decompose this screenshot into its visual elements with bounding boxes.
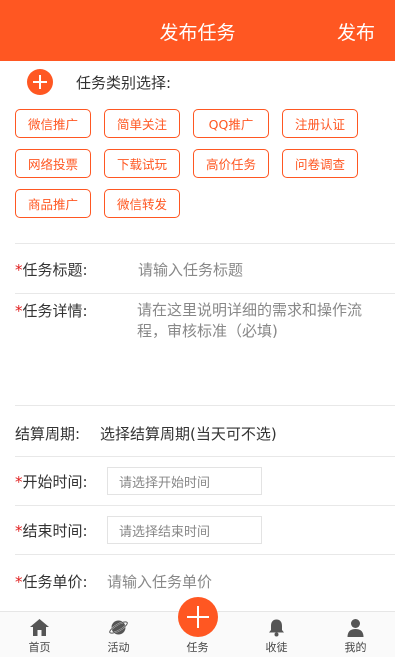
tab-task-label: 任务 — [186, 641, 209, 654]
home-icon — [30, 619, 49, 636]
category-label: 任务类别选择: — [76, 74, 172, 92]
task-title-input[interactable]: 请输入任务标题 — [138, 259, 243, 280]
tab-activity[interactable]: 活动 — [79, 612, 158, 657]
settlement-period-select[interactable]: 选择结算周期(当天可不选) — [100, 423, 277, 444]
category-tag[interactable]: 下载试玩 — [104, 149, 180, 178]
category-tag-list: 微信推广 简单关注 QQ推广 注册认证 网络投票 下载试玩 高价任务 问卷调查 … — [15, 109, 387, 218]
divider — [15, 405, 395, 406]
page-title: 发布任务 — [159, 22, 236, 44]
start-time-label: *开始时间: — [15, 471, 88, 492]
category-tag[interactable]: 简单关注 — [104, 109, 180, 138]
required-mark: * — [15, 522, 23, 540]
required-mark: * — [15, 573, 23, 591]
task-detail-label: *任务详情: — [15, 300, 88, 321]
tab-apprentice-label: 收徒 — [265, 641, 288, 654]
divider — [15, 554, 395, 555]
tab-apprentice[interactable]: 收徒 — [237, 612, 316, 657]
bell-icon — [269, 619, 284, 637]
divider — [15, 505, 395, 506]
tab-home-label: 首页 — [28, 641, 51, 654]
unit-price-label-text: 任务单价: — [22, 573, 88, 591]
required-mark: * — [15, 473, 23, 491]
start-time-label-text: 开始时间: — [22, 473, 88, 491]
tab-mine[interactable]: 我的 — [316, 612, 395, 657]
tab-activity-label: 活动 — [107, 641, 130, 654]
category-tag[interactable]: 问卷调查 — [282, 149, 358, 178]
divider — [15, 243, 395, 244]
task-detail-textarea[interactable]: 请在这里说明详细的需求和操作流程，审核标准（必填) — [137, 300, 387, 342]
category-tag[interactable]: QQ推广 — [193, 109, 269, 138]
category-tag[interactable]: 高价任务 — [193, 149, 269, 178]
category-tag[interactable]: 微信推广 — [15, 109, 91, 138]
end-time-label: *结束时间: — [15, 520, 88, 541]
required-mark: * — [15, 261, 23, 279]
task-title-label: *任务标题: — [15, 259, 88, 280]
tab-mine-label: 我的 — [344, 641, 367, 654]
category-tag[interactable]: 商品推广 — [15, 189, 91, 218]
unit-price-label: *任务单价: — [15, 571, 88, 592]
task-title-label-text: 任务标题: — [22, 261, 88, 279]
publish-button[interactable]: 发布 — [337, 18, 375, 45]
end-time-input[interactable]: 请选择结束时间 — [107, 516, 262, 544]
divider — [15, 456, 395, 457]
publish-task-plus-icon[interactable] — [178, 597, 218, 637]
tab-home[interactable]: 首页 — [0, 612, 79, 657]
header-bar: 发布任务 发布 — [0, 0, 395, 61]
task-detail-label-text: 任务详情: — [22, 302, 88, 320]
required-mark: * — [15, 302, 23, 320]
settlement-period-label: 结算周期: — [15, 425, 81, 443]
category-tag[interactable]: 注册认证 — [282, 109, 358, 138]
category-tag[interactable]: 微信转发 — [104, 189, 180, 218]
unit-price-input[interactable]: 请输入任务单价 — [107, 571, 212, 592]
end-time-label-text: 结束时间: — [22, 522, 88, 540]
divider — [15, 293, 395, 294]
user-icon — [347, 619, 364, 637]
add-category-icon[interactable] — [27, 69, 53, 95]
category-tag[interactable]: 网络投票 — [15, 149, 91, 178]
planet-icon — [108, 620, 129, 635]
start-time-input[interactable]: 请选择开始时间 — [107, 467, 262, 495]
